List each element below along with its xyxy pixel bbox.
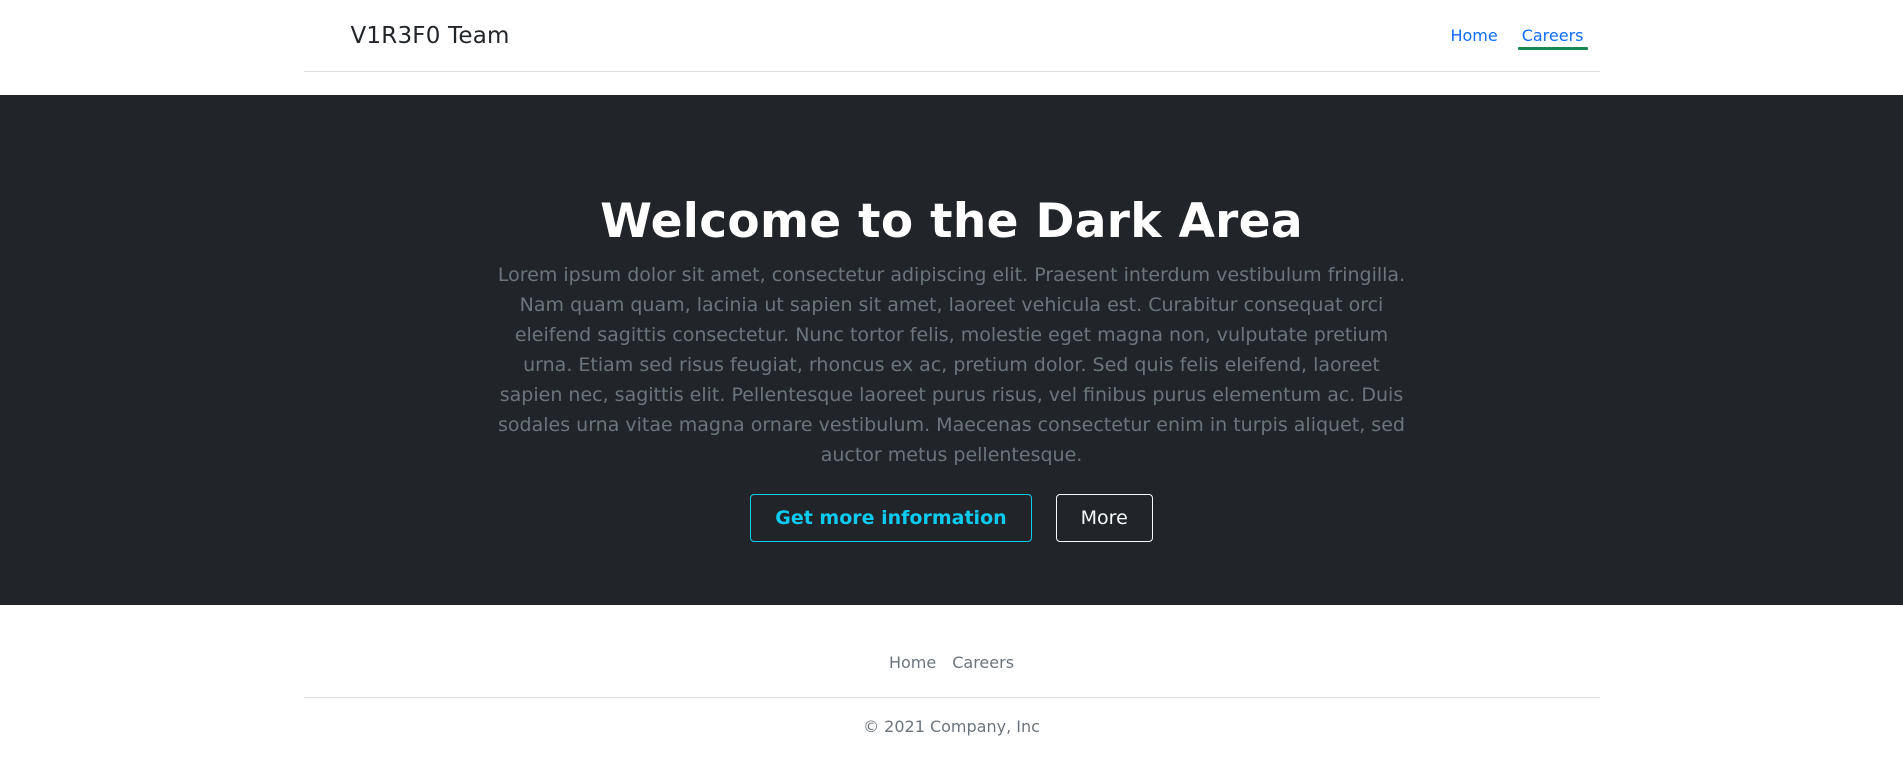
nav-careers-link[interactable]: Careers — [1517, 22, 1588, 50]
header-container: V1R3F0 Team Home Careers — [303, 0, 1600, 72]
footer-home-link[interactable]: Home — [889, 653, 936, 672]
footer-container: Home Careers © 2021 Company, Inc — [303, 653, 1600, 736]
hero-title: Welcome to the Dark Area — [600, 194, 1303, 249]
hero-text: Lorem ipsum dolor sit amet, consectetur … — [497, 264, 1406, 467]
hero-section: Welcome to the Dark Area Lorem ipsum dol… — [0, 95, 1903, 605]
site-header: V1R3F0 Team Home Careers — [303, 0, 1600, 72]
header-nav: Home Careers — [1446, 22, 1588, 50]
hero-button-row: Get more information More — [0, 494, 1903, 543]
footer-nav: Home Careers — [303, 653, 1600, 698]
site-footer: Home Careers © 2021 Company, Inc — [303, 653, 1600, 736]
brand-link[interactable]: V1R3F0 Team — [351, 23, 510, 49]
nav-home-link[interactable]: Home — [1446, 22, 1501, 49]
more-button[interactable]: More — [1055, 494, 1153, 543]
copyright-text: © 2021 Company, Inc — [863, 717, 1040, 736]
footer-careers-link[interactable]: Careers — [952, 653, 1014, 672]
get-more-information-button[interactable]: Get more information — [750, 494, 1032, 543]
